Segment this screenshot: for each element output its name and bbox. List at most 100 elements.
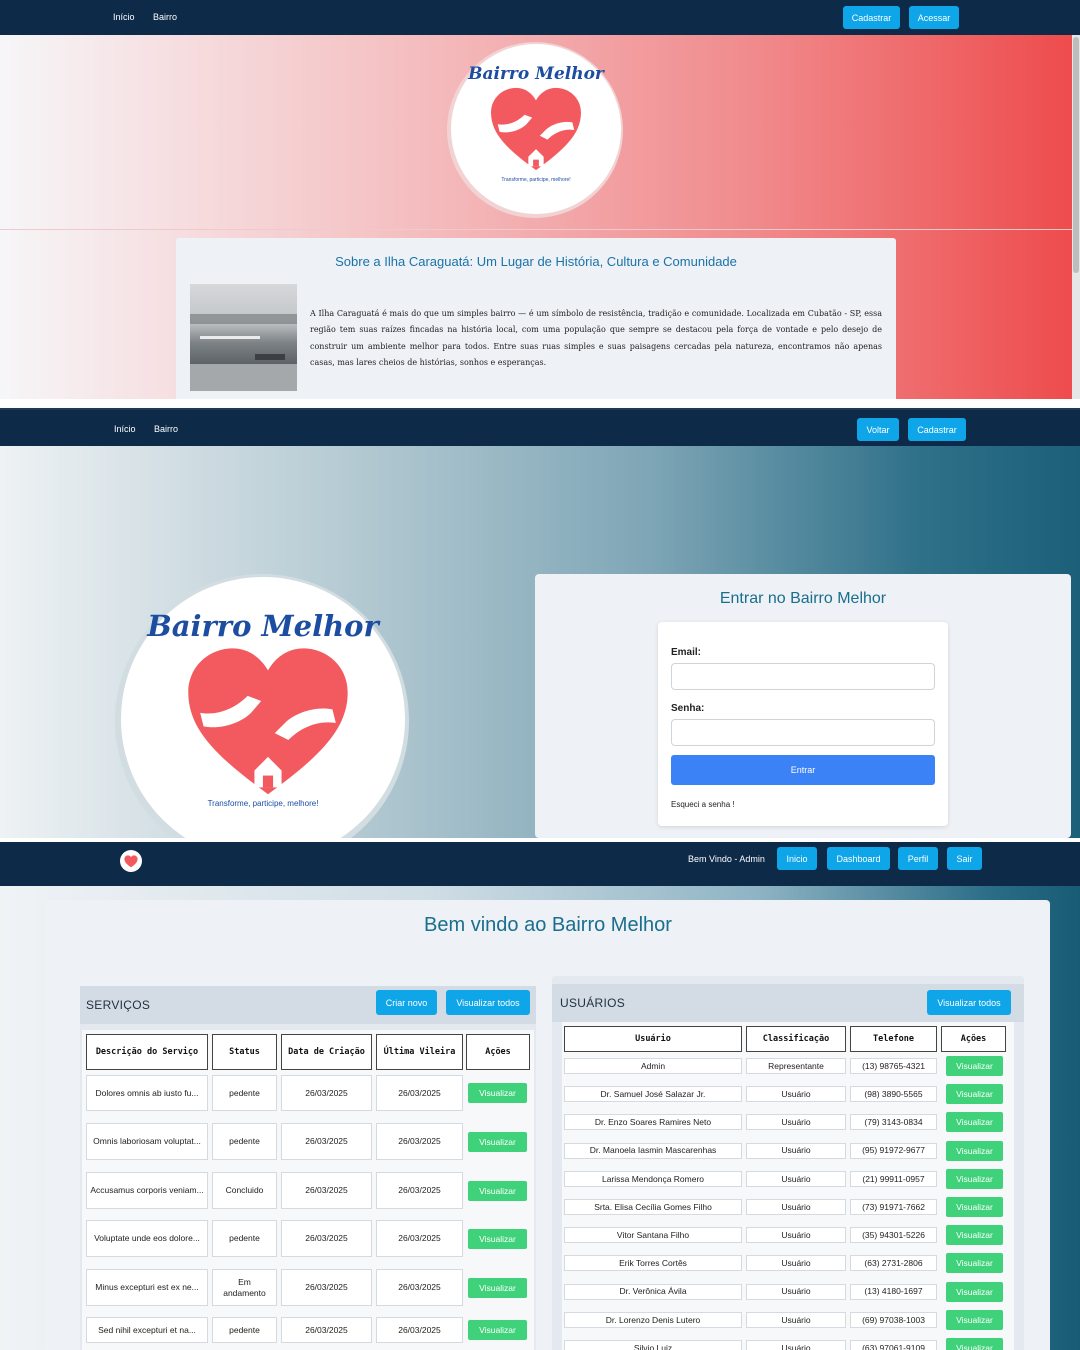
services-cell: 26/03/2025 [281, 1123, 372, 1160]
login-button[interactable]: Entrar [671, 755, 935, 785]
users-cell: Usuário [746, 1114, 846, 1131]
view-user-button[interactable]: Visualizar [946, 1084, 1003, 1105]
password-field[interactable] [671, 719, 935, 746]
email-field[interactable] [671, 663, 935, 690]
users-cell: Usuário [746, 1170, 846, 1187]
users-cell: Usuário [746, 1142, 846, 1159]
users-cell: Usuário [746, 1311, 846, 1328]
nav-link-bairro[interactable]: Bairro [153, 12, 177, 22]
services-cell: Minus excepturi est ex ne... [86, 1269, 208, 1306]
view-user-button[interactable]: Visualizar [946, 1309, 1003, 1330]
services-cell: Accusamus corporis veniam... [86, 1172, 208, 1209]
signup-button[interactable]: Cadastrar [908, 418, 966, 441]
back-button[interactable]: Voltar [857, 418, 899, 441]
about-title: Sobre a Ilha Caraguatá: Um Lugar de Hist… [335, 254, 737, 269]
top-navbar: Início Bairro Cadastrar Acessar [0, 0, 1080, 35]
users-cell: Dr. Verônica Ávila [564, 1283, 742, 1300]
nav-link-bairro[interactable]: Bairro [154, 424, 178, 434]
users-column-header: Telefone [850, 1026, 937, 1052]
users-cell: Silvio Luiz [564, 1340, 742, 1350]
services-cell: 26/03/2025 [281, 1172, 372, 1209]
users-cell: Usuário [746, 1199, 846, 1215]
logo-tagline: Transforme, participe, melhore! [207, 799, 319, 808]
services-cell: 26/03/2025 [281, 1317, 372, 1343]
services-cell: Concluido [212, 1172, 277, 1209]
logo-small[interactable] [120, 850, 142, 872]
password-label: Senha: [671, 703, 705, 714]
services-cell: Sed nihil excepturi et na... [86, 1317, 208, 1343]
dashboard-card: Bem vindo ao Bairro Melhor SERVIÇOS Cria… [46, 900, 1050, 1350]
services-column-header: Status [212, 1034, 277, 1070]
logout-button[interactable]: Sair [947, 847, 982, 870]
heart-hands-house-icon [491, 87, 581, 171]
signup-button[interactable]: Cadastrar [843, 6, 900, 29]
view-user-button[interactable]: Visualizar [946, 1197, 1003, 1217]
view-all-users-button[interactable]: Visualizar todos [927, 990, 1011, 1015]
view-user-button[interactable]: Visualizar [946, 1225, 1003, 1246]
view-service-button[interactable]: Visualizar [468, 1132, 527, 1152]
profile-button[interactable]: Perfil [898, 847, 938, 870]
nav-link-inicio[interactable]: Início [113, 12, 135, 22]
services-cell: pedente [212, 1317, 277, 1343]
users-cell: (69) 97038-1003 [850, 1311, 937, 1328]
dashboard-button[interactable]: Dashboard [827, 847, 890, 870]
services-column-header: Ações [466, 1034, 530, 1070]
services-title: SERVIÇOS [86, 998, 151, 1012]
users-cell: (98) 3890-5565 [850, 1086, 937, 1103]
site-logo: Bairro Melhor Transforme, participe, mel… [451, 44, 621, 214]
access-button[interactable]: Acessar [909, 6, 959, 29]
services-cell: Em andamento [212, 1269, 277, 1306]
view-user-button[interactable]: Visualizar [946, 1281, 1003, 1302]
users-cell: Usuário [746, 1340, 846, 1350]
services-section: SERVIÇOS Criar novo Visualizar todos Des… [80, 986, 536, 1350]
top-navbar: Início Bairro Voltar Cadastrar [0, 408, 1080, 446]
home-button[interactable]: Inicio [777, 847, 817, 870]
view-user-button[interactable]: Visualizar [946, 1140, 1003, 1161]
services-cell: 26/03/2025 [376, 1317, 463, 1343]
view-service-button[interactable]: Visualizar [468, 1181, 527, 1201]
site-logo: Bairro Melhor Transforme, participe, mel… [121, 577, 405, 838]
users-cell: Srta. Elisa Cecília Gomes Filho [564, 1199, 742, 1215]
services-cell: pedente [212, 1075, 277, 1111]
login-form: Email: Senha: Entrar Esqueci a senha ! [658, 622, 948, 826]
forgot-password-link[interactable]: Esqueci a senha ! [671, 800, 735, 809]
users-cell: (35) 94301-5226 [850, 1227, 937, 1244]
home-screen: Início Bairro Cadastrar Acessar Bairro M… [0, 0, 1080, 399]
scrollbar[interactable] [1072, 35, 1080, 399]
view-user-button[interactable]: Visualizar [946, 1056, 1003, 1076]
users-cell: Admin [564, 1058, 742, 1074]
users-cell: (63) 2731-2806 [850, 1255, 937, 1272]
users-header: USUÁRIOS Visualizar todos [552, 984, 1024, 1022]
view-user-button[interactable]: Visualizar [946, 1338, 1003, 1350]
users-cell: Erik Torres Cortês [564, 1255, 742, 1272]
view-service-button[interactable]: Visualizar [468, 1083, 527, 1103]
users-cell: Dr. Enzo Soares Ramires Neto [564, 1114, 742, 1131]
login-screen: Início Bairro Voltar Cadastrar Bairro Me… [0, 408, 1080, 838]
welcome-text: Bem Vindo - Admin [688, 854, 765, 864]
services-cell: 26/03/2025 [376, 1220, 463, 1257]
about-text: A Ilha Caraguatá é mais do que um simple… [310, 309, 882, 368]
users-cell: Vitor Santana Filho [564, 1227, 742, 1244]
create-service-button[interactable]: Criar novo [376, 990, 437, 1015]
users-cell: (21) 99911-0957 [850, 1170, 937, 1187]
view-user-button[interactable]: Visualizar [946, 1112, 1003, 1133]
services-cell: Voluptate unde eos dolore... [86, 1220, 208, 1257]
view-service-button[interactable]: Visualizar [468, 1320, 527, 1340]
users-cell: (79) 3143-0834 [850, 1114, 937, 1131]
services-cell: 26/03/2025 [376, 1075, 463, 1111]
login-title: Entrar no Bairro Melhor [719, 590, 887, 607]
heart-hands-house-icon [188, 648, 348, 795]
users-cell: Dr. Samuel José Salazar Jr. [564, 1086, 742, 1103]
services-table: Descrição do Serviço Status Data de Criaçã… [82, 1030, 534, 1350]
services-cell: 26/03/2025 [281, 1269, 372, 1306]
nav-link-inicio[interactable]: Início [114, 424, 136, 434]
view-user-button[interactable]: Visualizar [946, 1168, 1003, 1189]
view-service-button[interactable]: Visualizar [468, 1278, 527, 1298]
services-column-header: Descrição do Serviço [86, 1034, 208, 1070]
view-all-services-button[interactable]: Visualizar todos [446, 990, 530, 1015]
logo-title: Bairro Melhor [147, 609, 379, 643]
users-column-header: Usuário [564, 1026, 742, 1052]
services-cell: pedente [212, 1123, 277, 1160]
view-service-button[interactable]: Visualizar [468, 1229, 527, 1249]
view-user-button[interactable]: Visualizar [946, 1253, 1003, 1274]
